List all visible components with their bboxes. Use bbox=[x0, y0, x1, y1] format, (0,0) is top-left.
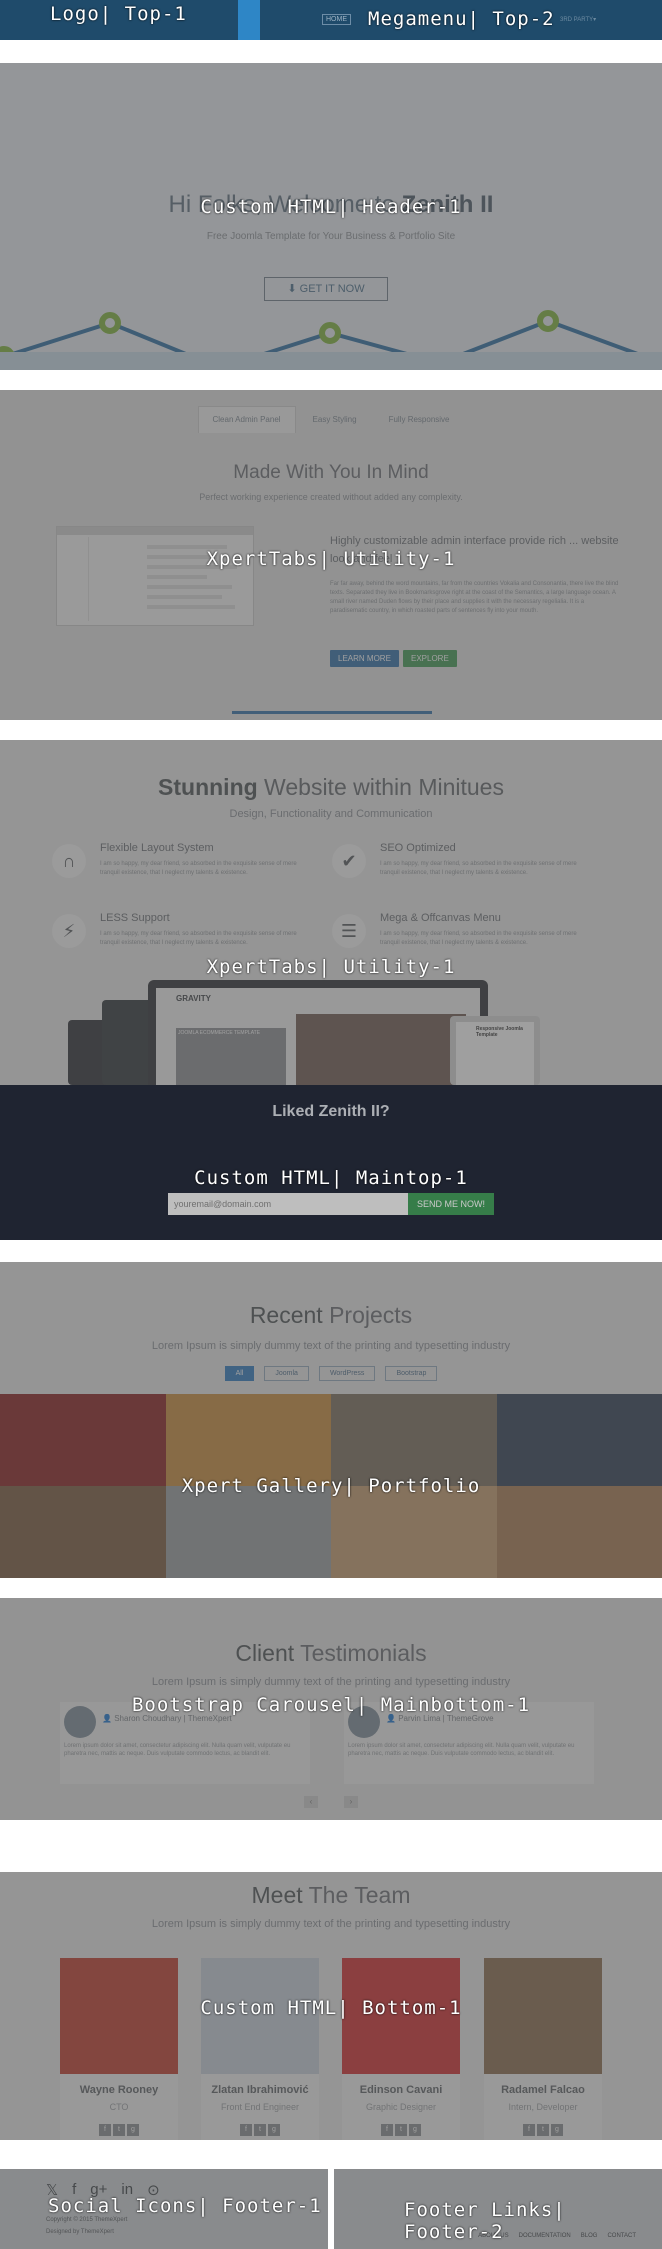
position-label-top2: Megamenu| Top-2 bbox=[368, 8, 555, 30]
explore-button[interactable]: EXPLORE bbox=[403, 650, 457, 667]
features-heading: Stunning Website within Minitues bbox=[158, 774, 504, 800]
menu-icon: ☰ bbox=[332, 914, 366, 948]
position-label-header: Custom HTML| Header-1 bbox=[200, 196, 462, 218]
learn-more-button[interactable]: LEARN MORE bbox=[330, 650, 399, 667]
google-plus-icon[interactable]: g bbox=[409, 2124, 421, 2136]
team-member: Radamel Falcao Intern, Developer ftg bbox=[484, 1958, 602, 2140]
position-label-top1: Logo| Top-1 bbox=[50, 3, 187, 25]
designed-by-text: Designed by ThemeXpert bbox=[46, 2229, 114, 2235]
twitter-icon[interactable]: t bbox=[254, 2124, 266, 2136]
menu-home[interactable]: HOME bbox=[322, 14, 351, 25]
portfolio-item[interactable] bbox=[165, 1486, 331, 1578]
position-label-maintop: Custom HTML| Maintop-1 bbox=[194, 1167, 468, 1189]
facebook-icon[interactable]: f bbox=[381, 2124, 393, 2136]
twitter-icon[interactable]: t bbox=[395, 2124, 407, 2136]
footer2-section: ABOUT US DOCUMENTATION BLOG CONTACT Foot… bbox=[334, 2169, 662, 2249]
portfolio-section: Recent Projects Lorem Ipsum is simply du… bbox=[0, 1262, 662, 1578]
portfolio-item[interactable] bbox=[496, 1394, 662, 1486]
facebook-icon[interactable]: f bbox=[523, 2124, 535, 2136]
maintop-section: Liked Zenith II? youremail@domain.com SE… bbox=[0, 1085, 662, 1240]
portfolio-item[interactable] bbox=[331, 1394, 497, 1486]
filter-all[interactable]: All bbox=[224, 1366, 255, 1381]
menu-third-party[interactable]: 3RD PARTY▾ bbox=[560, 16, 596, 23]
tablet-right-device: Responsive Joomla Template bbox=[450, 1016, 540, 1085]
position-label-footer1: Social Icons| Footer-1 bbox=[48, 2195, 322, 2217]
portfolio-heading: Recent Projects bbox=[249, 1302, 413, 1328]
position-label-footer2: Footer Links| Footer-2 bbox=[404, 2199, 566, 2243]
position-label-utility1: XpertTabs| Utility-1 bbox=[206, 548, 456, 570]
tab-clean-admin[interactable]: Clean Admin Panel bbox=[197, 406, 296, 433]
google-plus-icon[interactable]: g bbox=[268, 2124, 280, 2136]
top-accent-block bbox=[238, 0, 260, 40]
twitter-icon[interactable]: t bbox=[537, 2124, 549, 2136]
header-bottom-band bbox=[0, 352, 662, 370]
testimonials-heading: Client Testimonials bbox=[235, 1640, 427, 1666]
top-section: HOME 3RD PARTY▾ Logo| Top-1 Megamenu| To… bbox=[0, 0, 662, 40]
utility1-section: Clean Admin Panel Easy Styling Fully Res… bbox=[0, 390, 662, 720]
position-label-utility2: XpertTabs| Utility-1 bbox=[206, 956, 456, 978]
devices-showcase: GRAVITY JOOMLA ECOMMERCE TEMPLATE Respon… bbox=[68, 980, 594, 1085]
header-section: Hi Folks, Welcome to Zenith II Free Joom… bbox=[0, 63, 662, 370]
portfolio-item[interactable] bbox=[0, 1486, 166, 1578]
team-member: Zlatan Ibrahimović Front End Engineer ft… bbox=[201, 1958, 319, 2140]
tab-heading: Made With You In Mind bbox=[233, 462, 429, 483]
portfolio-item[interactable] bbox=[0, 1394, 166, 1486]
features-lead: Design, Functionality and Communication bbox=[229, 808, 433, 820]
send-me-now-button[interactable]: SEND ME NOW! bbox=[408, 1193, 494, 1215]
bolt-icon: ⚡ bbox=[52, 914, 86, 948]
facebook-icon[interactable]: f bbox=[99, 2124, 111, 2136]
admin-panel-screenshot bbox=[56, 526, 254, 626]
tab-easy-styling[interactable]: Easy Styling bbox=[298, 406, 372, 433]
filter-bootstrap[interactable]: Bootstrap bbox=[385, 1366, 438, 1381]
position-label-portfolio: Xpert Gallery| Portfolio bbox=[181, 1475, 481, 1497]
hero-line-graphic bbox=[0, 310, 662, 370]
filter-wordpress[interactable]: WordPress bbox=[318, 1366, 376, 1381]
email-field[interactable]: youremail@domain.com bbox=[168, 1193, 408, 1215]
carousel-next-button[interactable]: › bbox=[344, 1796, 358, 1808]
tab-small-text: Far far away, behind the word mountains,… bbox=[330, 581, 619, 614]
team-heading: Meet The Team bbox=[251, 1882, 411, 1908]
position-label-team: Custom HTML| Bottom-1 bbox=[200, 1997, 462, 2019]
testimonials-section: Client Testimonials Lorem Ipsum is simpl… bbox=[0, 1598, 662, 1820]
feature-tabs: Clean Admin Panel Easy Styling Fully Res… bbox=[0, 406, 662, 433]
portfolio-item[interactable] bbox=[331, 1486, 497, 1578]
tab-lead: Perfect working experience created witho… bbox=[199, 492, 463, 502]
tab-bottom-line bbox=[232, 711, 432, 714]
team-member: Edinson Cavani Graphic Designer ftg bbox=[342, 1958, 460, 2140]
filter-joomla[interactable]: Joomla bbox=[264, 1366, 309, 1381]
team-section: Meet The Team Lorem Ipsum is simply dumm… bbox=[0, 1872, 662, 2140]
magnet-icon: ∩ bbox=[52, 844, 86, 878]
hero-subtitle: Free Joomla Template for Your Business &… bbox=[206, 231, 456, 242]
google-plus-icon[interactable]: g bbox=[127, 2124, 139, 2136]
laptop-device: GRAVITY JOOMLA ECOMMERCE TEMPLATE bbox=[148, 980, 488, 1085]
testimonials-lead: Lorem Ipsum is simply dummy text of the … bbox=[151, 1676, 511, 1688]
portfolio-lead: Lorem Ipsum is simply dummy text of the … bbox=[151, 1340, 511, 1352]
carousel-prev-button[interactable]: ‹ bbox=[304, 1796, 318, 1808]
check-icon: ✔ bbox=[332, 844, 366, 878]
portfolio-item[interactable] bbox=[496, 1486, 662, 1578]
position-label-testimonials: Bootstrap Carousel| Mainbottom-1 bbox=[131, 1694, 531, 1716]
team-member: Wayne Rooney CTO ftg bbox=[60, 1958, 178, 2140]
tab-fully-responsive[interactable]: Fully Responsive bbox=[374, 406, 465, 433]
team-lead: Lorem Ipsum is simply dummy text of the … bbox=[151, 1918, 511, 1930]
utility2-section: Stunning Website within Minitues Design,… bbox=[0, 740, 662, 1085]
portfolio-filters: All Joomla WordPress Bootstrap bbox=[0, 1366, 662, 1381]
twitter-icon[interactable]: t bbox=[113, 2124, 125, 2136]
footer1-section: 𝕏 f g+ in ⊙ Copyright © 2015 ThemeXpert … bbox=[0, 2169, 328, 2249]
google-plus-icon[interactable]: g bbox=[551, 2124, 563, 2136]
portfolio-item[interactable] bbox=[165, 1394, 331, 1486]
module-position-stack: HOME 3RD PARTY▾ Logo| Top-1 Megamenu| To… bbox=[0, 0, 662, 2249]
copyright-text: Copyright © 2015 ThemeXpert bbox=[46, 2217, 128, 2223]
facebook-icon[interactable]: f bbox=[240, 2124, 252, 2136]
liked-title: Liked Zenith II? bbox=[272, 1103, 390, 1120]
